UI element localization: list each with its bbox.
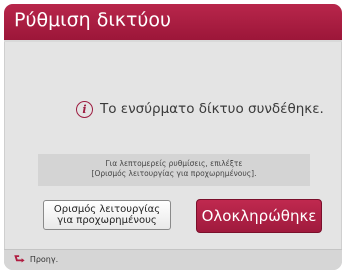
done-button-label: Ολοκληρώθηκε xyxy=(201,207,317,225)
hint-line-2: [Ορισμός λειτουργίας για προχωρημένους]. xyxy=(91,169,257,178)
done-button[interactable]: Ολοκληρώθηκε xyxy=(196,199,322,233)
status-message-text: Το ενσύρματο δίκτυο συνδέθηκε. xyxy=(100,101,324,117)
status-message: i Το ενσύρματο δίκτυο συνδέθηκε. xyxy=(76,98,324,120)
dialog-header: Ρύθμιση δικτύου xyxy=(4,4,342,40)
advanced-button-label-line-2: για προχωρημένους xyxy=(57,215,157,226)
dialog-footer: ⮑ Προηγ. xyxy=(4,249,342,270)
advanced-button-label-line-1: Ορισμός λειτουργίας xyxy=(53,204,161,215)
network-settings-dialog: Ρύθμιση δικτύου i Το ενσύρματο δίκτυο συ… xyxy=(4,4,342,270)
advanced-settings-button[interactable]: Ορισμός λειτουργίας για προχωρημένους xyxy=(43,200,171,230)
header-divider xyxy=(4,40,342,42)
info-icon: i xyxy=(76,100,93,118)
hint-line-1: Για λεπτομερείς ρυθμίσεις, επιλέξτε xyxy=(105,159,243,168)
back-label: Προηγ. xyxy=(29,254,59,264)
back-arrow-icon: ⮑ xyxy=(14,252,25,266)
back-button[interactable]: ⮑ Προηγ. xyxy=(14,253,58,265)
dialog-title: Ρύθμιση δικτύου xyxy=(14,9,172,31)
hint-box: Για λεπτομερείς ρυθμίσεις, επιλέξτε [Ορι… xyxy=(38,154,310,186)
